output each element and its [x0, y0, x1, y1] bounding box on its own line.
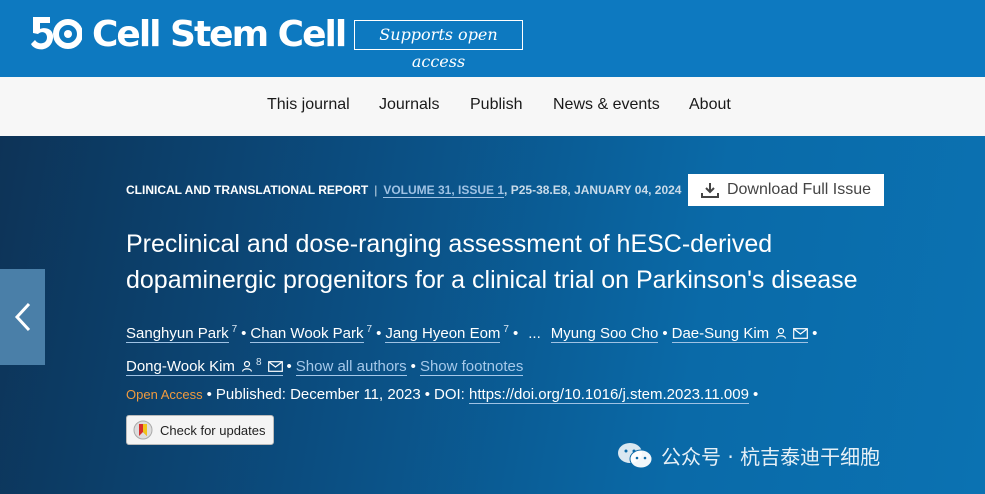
download-full-issue-button[interactable]: Download Full Issue [688, 174, 884, 206]
check-updates-label: Check for updates [160, 422, 266, 438]
nav-news-events[interactable]: News & events [553, 96, 660, 114]
article-meta: CLINICAL AND TRANSLATIONAL REPORT | VOLUME… [126, 183, 682, 198]
article-title: Preclinical and dose-ranging assessment … [126, 230, 858, 294]
author-footnote[interactable]: 7 [503, 324, 509, 335]
author-footnote[interactable]: 7 [232, 324, 238, 335]
pages-date: P25-38.E8, JANUARY 04, 2024 [510, 183, 682, 197]
author-name: Dae-Sung Kim [671, 325, 770, 342]
nav-about[interactable]: About [689, 96, 731, 114]
chevron-left-icon [14, 302, 30, 332]
wechat-icon [618, 442, 653, 468]
previous-article-button[interactable] [0, 269, 45, 365]
check-for-updates-button[interactable]: Check for updates [126, 415, 274, 445]
brand-header: Cell Stem Cell Supports open access [0, 0, 985, 77]
published-date: Published: December 11, 2023 [215, 386, 421, 403]
crossmark-icon [133, 420, 153, 440]
author-name: Dong-Wook Kim [126, 358, 235, 375]
show-all-authors-link[interactable]: Show all authors [295, 358, 407, 376]
publication-info: Open Access • Published: December 11, 2023… [126, 386, 759, 404]
author-list: Sanghyun Park 7 • Chan Wook Park 7 • Jang Hyeo… [126, 324, 818, 376]
person-icon [776, 327, 787, 339]
doi-link[interactable]: https://doi.org/10.1016/j.stem.2023.11.0… [469, 386, 749, 404]
open-access-label[interactable]: Open Access [126, 387, 203, 402]
cell-50-logo-icon[interactable] [30, 13, 82, 55]
email-icon [267, 361, 283, 372]
journal-name[interactable]: Cell Stem Cell [92, 12, 347, 58]
show-footnotes-link[interactable]: Show footnotes [419, 358, 524, 376]
watermark-text: 公众号 · 杭吉泰迪干细胞 [661, 445, 881, 469]
author-link[interactable]: Chan Wook Park [250, 325, 364, 343]
author-footnote[interactable]: 7 [367, 324, 373, 335]
author-link[interactable]: Dong-Wook Kim 8 [126, 357, 283, 376]
author-link[interactable]: Dae-Sung Kim [671, 325, 809, 343]
author-footnote[interactable]: 8 [256, 357, 262, 368]
nav-this-journal[interactable]: This journal [267, 96, 350, 114]
volume-issue-link[interactable]: VOLUME 31, ISSUE 1 [383, 183, 505, 198]
author-link[interactable]: Jang Hyeon Eom [385, 325, 501, 343]
wechat-watermark: 公众号 · 杭吉泰迪干细胞 [617, 441, 880, 470]
open-access-badge[interactable]: Supports open access [354, 20, 523, 71]
download-label: Download Full Issue [726, 181, 872, 198]
nav-journals[interactable]: Journals [379, 96, 439, 114]
author-link[interactable]: Myung Soo Cho [550, 325, 659, 343]
doi-label: DOI: [434, 386, 465, 403]
authors-ellipsis: ... [528, 325, 541, 342]
main-nav: This journal Journals Publish News & eve… [0, 77, 985, 136]
email-icon [793, 328, 809, 339]
nav-publish[interactable]: Publish [470, 96, 522, 114]
author-link[interactable]: Sanghyun Park [126, 325, 229, 343]
article-type: CLINICAL AND TRANSLATIONAL REPORT [126, 183, 369, 197]
person-icon [241, 360, 253, 372]
download-icon [700, 183, 719, 198]
article-header: CLINICAL AND TRANSLATIONAL REPORT | VOLUME… [0, 136, 985, 494]
